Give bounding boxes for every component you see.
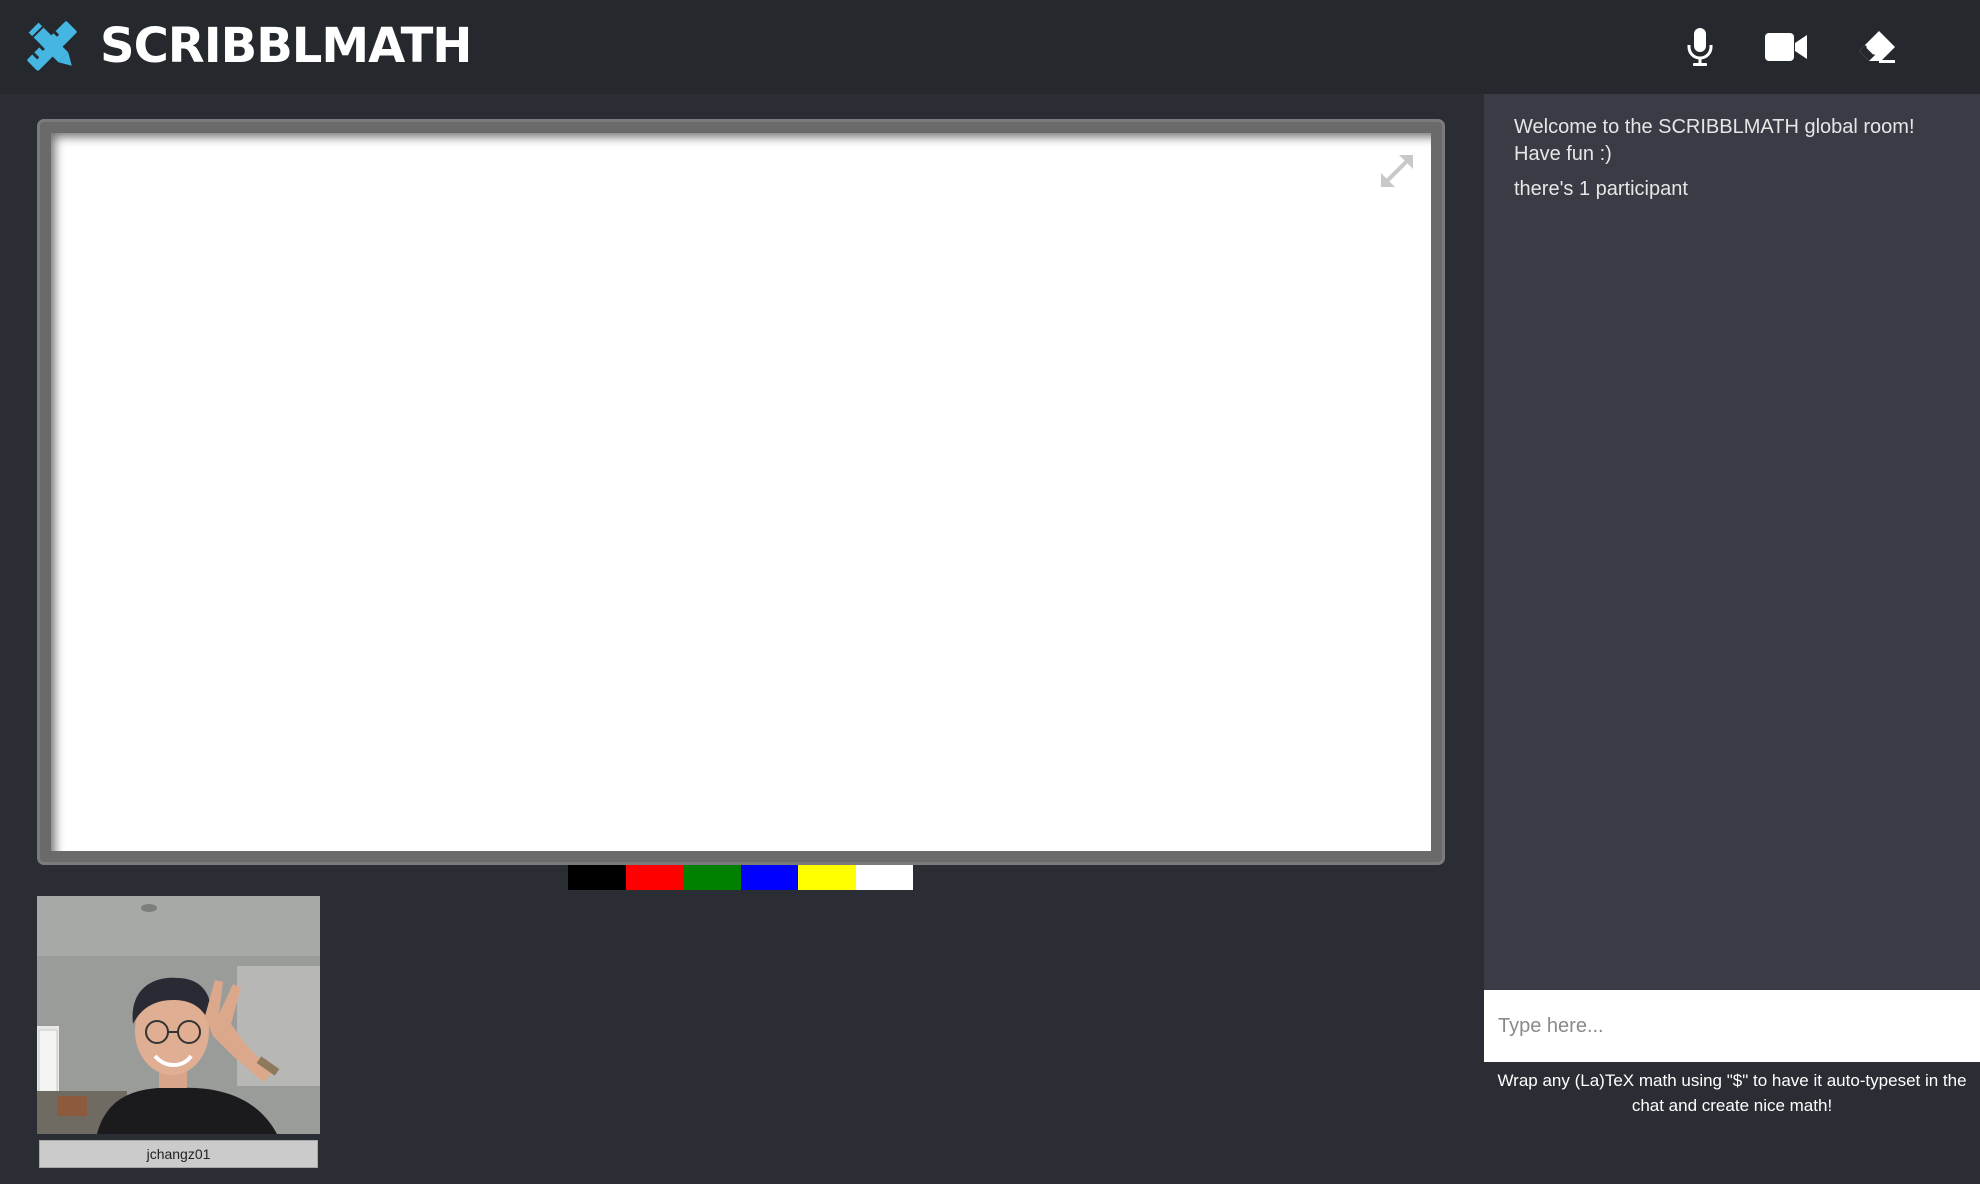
- color-swatch-white[interactable]: [855, 865, 913, 890]
- color-swatch-red[interactable]: [625, 865, 683, 890]
- participant-video-tile: jchangz01: [37, 896, 320, 1172]
- microphone-button[interactable]: [1672, 22, 1728, 72]
- webcam-image: [37, 896, 320, 1134]
- participant-name: jchangz01: [39, 1140, 318, 1168]
- eraser-button[interactable]: [1849, 22, 1905, 72]
- chat-panel: Welcome to the SCRIBBLMATH global room! …: [1484, 94, 1980, 990]
- color-swatch-green[interactable]: [683, 865, 741, 890]
- eraser-icon: [1859, 31, 1895, 63]
- chat-input[interactable]: [1484, 990, 1980, 1062]
- chat-message: there's 1 participant: [1514, 178, 1688, 200]
- chat-message-list: Welcome to the SCRIBBLMATH global room! …: [1484, 94, 1980, 203]
- color-swatch-black[interactable]: [568, 865, 626, 890]
- top-bar: SCRIBBLMATH: [0, 0, 1980, 94]
- color-swatch-yellow[interactable]: [798, 865, 856, 890]
- chat-message: Welcome to the SCRIBBLMATH global room! …: [1514, 116, 1915, 165]
- whiteboard-frame: [37, 119, 1445, 865]
- pencil-ruler-icon: [27, 21, 77, 71]
- app-name: SCRIBBLMATH: [100, 18, 472, 74]
- video-camera-icon: [1765, 33, 1807, 61]
- color-palette: [568, 865, 913, 890]
- main-area: jchangz01: [0, 94, 1484, 1188]
- microphone-icon: [1687, 28, 1713, 66]
- latex-help-text: Wrap any (La)TeX math using "$" to have …: [1497, 1071, 1967, 1115]
- whiteboard-canvas[interactable]: [51, 133, 1431, 851]
- brand[interactable]: SCRIBBLMATH: [20, 14, 472, 78]
- bottom-edge: [0, 1184, 1980, 1188]
- camera-button[interactable]: [1758, 22, 1814, 72]
- expand-icon[interactable]: [1377, 151, 1417, 191]
- webcam-video: [37, 896, 320, 1134]
- color-swatch-blue[interactable]: [740, 865, 798, 890]
